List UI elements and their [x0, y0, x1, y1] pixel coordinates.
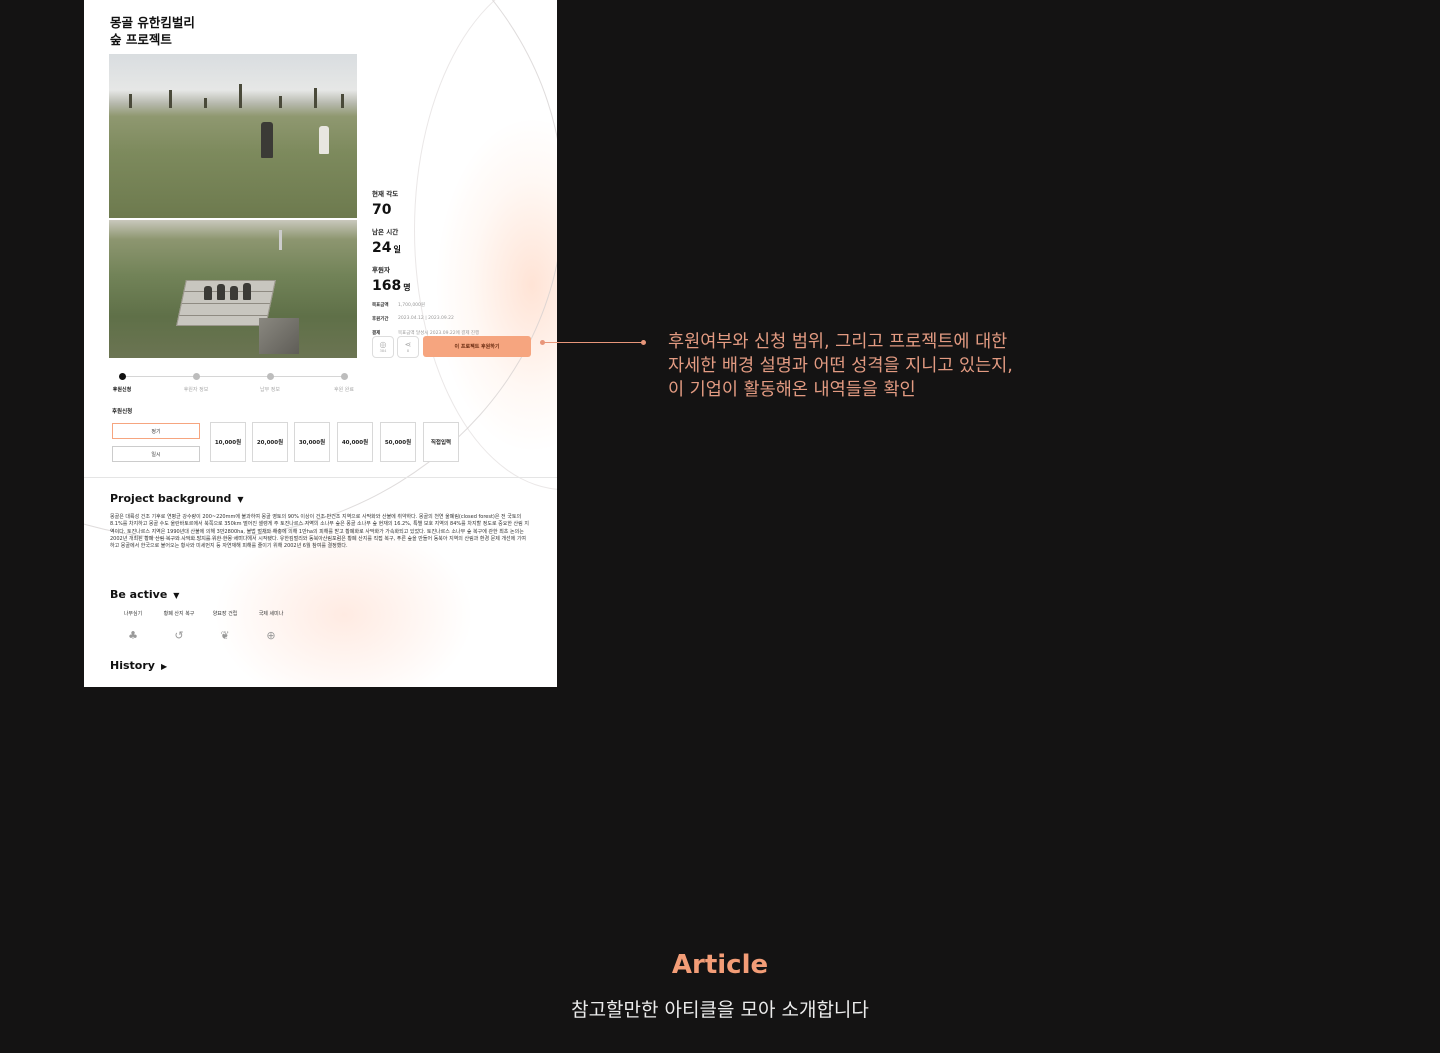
project-stats: 현재 각도 70 남은 시간 24 일 후원자 168 명 목표금액 1,700,00…: [372, 188, 542, 344]
connector-dot: [540, 340, 545, 345]
activity-item-nursery: 양묘장 건립 ❦: [202, 610, 248, 642]
type-onetime-button[interactable]: 일시: [112, 446, 200, 462]
step-payment-info: 납부 정보: [242, 372, 298, 393]
annotation-line: 이 기업이 활동해온 내역들을 확인: [668, 380, 916, 400]
amount-option[interactable]: 40,000원: [337, 422, 373, 462]
project-title: 몽골 유한킴벌리 숲 프로젝트: [110, 14, 195, 48]
info-goal: 목표금액 1,700,000원: [372, 303, 426, 308]
annotation-text: 후원여부와 신청 범위, 그리고 프로젝트에 대한 자세한 배경 설명과 어떤 …: [668, 330, 1048, 402]
activity-item-seminar: 국제 세미나 ⊕: [248, 610, 294, 642]
amount-option[interactable]: 30,000원: [294, 422, 330, 462]
activity-item-tree-planting: 나무심기 ♣: [110, 610, 156, 642]
stat-supporters: 후원자 168 명: [372, 264, 542, 294]
step-supporter-info: 후원자 정보: [168, 372, 224, 393]
be-active-toggle[interactable]: Be active ▼: [110, 588, 179, 601]
stat-label: 현재 각도: [372, 190, 399, 198]
project-title-line: 몽골 유한킴벌리: [110, 15, 195, 30]
stat-remaining-time: 남은 시간 24 일: [372, 226, 542, 256]
amount-option[interactable]: 20,000원: [252, 422, 288, 462]
history-toggle[interactable]: History ▶: [110, 659, 167, 672]
share-button[interactable]: ⋖ 8: [397, 336, 419, 358]
caret-right-icon: ▶: [160, 662, 168, 671]
step-apply: 후원신청: [94, 372, 150, 393]
stat-value: 168 명: [372, 278, 411, 294]
project-title-line: 숲 프로젝트: [110, 32, 172, 47]
activity-list: 나무심기 ♣ 황폐 산지 복구 ↺ 양묘장 건립 ❦ 국제 세미나 ⊕: [110, 610, 294, 642]
stat-label: 남은 시간: [372, 228, 399, 236]
article-subheading: 참고할만한 아티클을 모아 소개합니다: [571, 999, 869, 1021]
connector-dot: [641, 340, 646, 345]
globe-icon: ⊕: [266, 629, 276, 642]
like-button[interactable]: ◎ 384: [372, 336, 394, 358]
amount-option[interactable]: 10,000원: [210, 422, 246, 462]
info-period: 후원기간 2023.04.12 | 2023.09.22: [372, 316, 454, 322]
support-project-button[interactable]: 이 프로젝트 후원하기: [423, 336, 531, 357]
caret-down-icon: ▼: [237, 495, 244, 504]
project-background-text: 몽골은 대륙성 건조 기후로 연평균 강수량이 200~220mm에 불과하여 …: [110, 514, 529, 550]
leaf-icon: ❦: [220, 629, 230, 642]
caret-down-icon: ▼: [173, 591, 180, 600]
support-form-label: 후원신청: [112, 409, 133, 415]
divider: [84, 477, 557, 478]
activity-item-restoration: 황폐 산지 복구 ↺: [156, 610, 202, 642]
stat-angle: 현재 각도 70: [372, 188, 542, 218]
stat-value: 24 일: [372, 240, 401, 256]
tree-icon: ♣: [128, 629, 138, 642]
stat-value: 70: [372, 202, 392, 218]
project-photo-platform: [109, 220, 357, 358]
project-photo-field: [109, 54, 357, 218]
share-icon: ⋖: [404, 340, 412, 349]
amount-custom-input[interactable]: 직접입력: [423, 422, 459, 462]
annotation-line: 후원여부와 신청 범위, 그리고 프로젝트에 대한: [668, 332, 1008, 352]
restore-icon: ↺: [174, 629, 184, 642]
project-background-toggle[interactable]: Project background ▼: [110, 492, 244, 505]
progress-steps: 후원신청 후원자 정보 납부 정보 후원 완료: [110, 372, 356, 396]
article-heading: Article: [671, 950, 769, 980]
step-complete: 후원 완료: [316, 372, 372, 393]
annotation-line: 자세한 배경 설명과 어떤 성격을 지니고 있는지,: [668, 356, 1013, 376]
stat-label: 후원자: [372, 266, 390, 274]
type-regular-button[interactable]: 정기: [112, 423, 200, 439]
project-detail-card: 몽골 유한킴벌리 숲 프로젝트 현재 각도 70 남은 시간 24 일 후원자 …: [84, 0, 557, 687]
amount-option[interactable]: 50,000원: [380, 422, 416, 462]
chat-icon: ◎: [379, 340, 387, 349]
annotation-connector: [542, 342, 644, 343]
